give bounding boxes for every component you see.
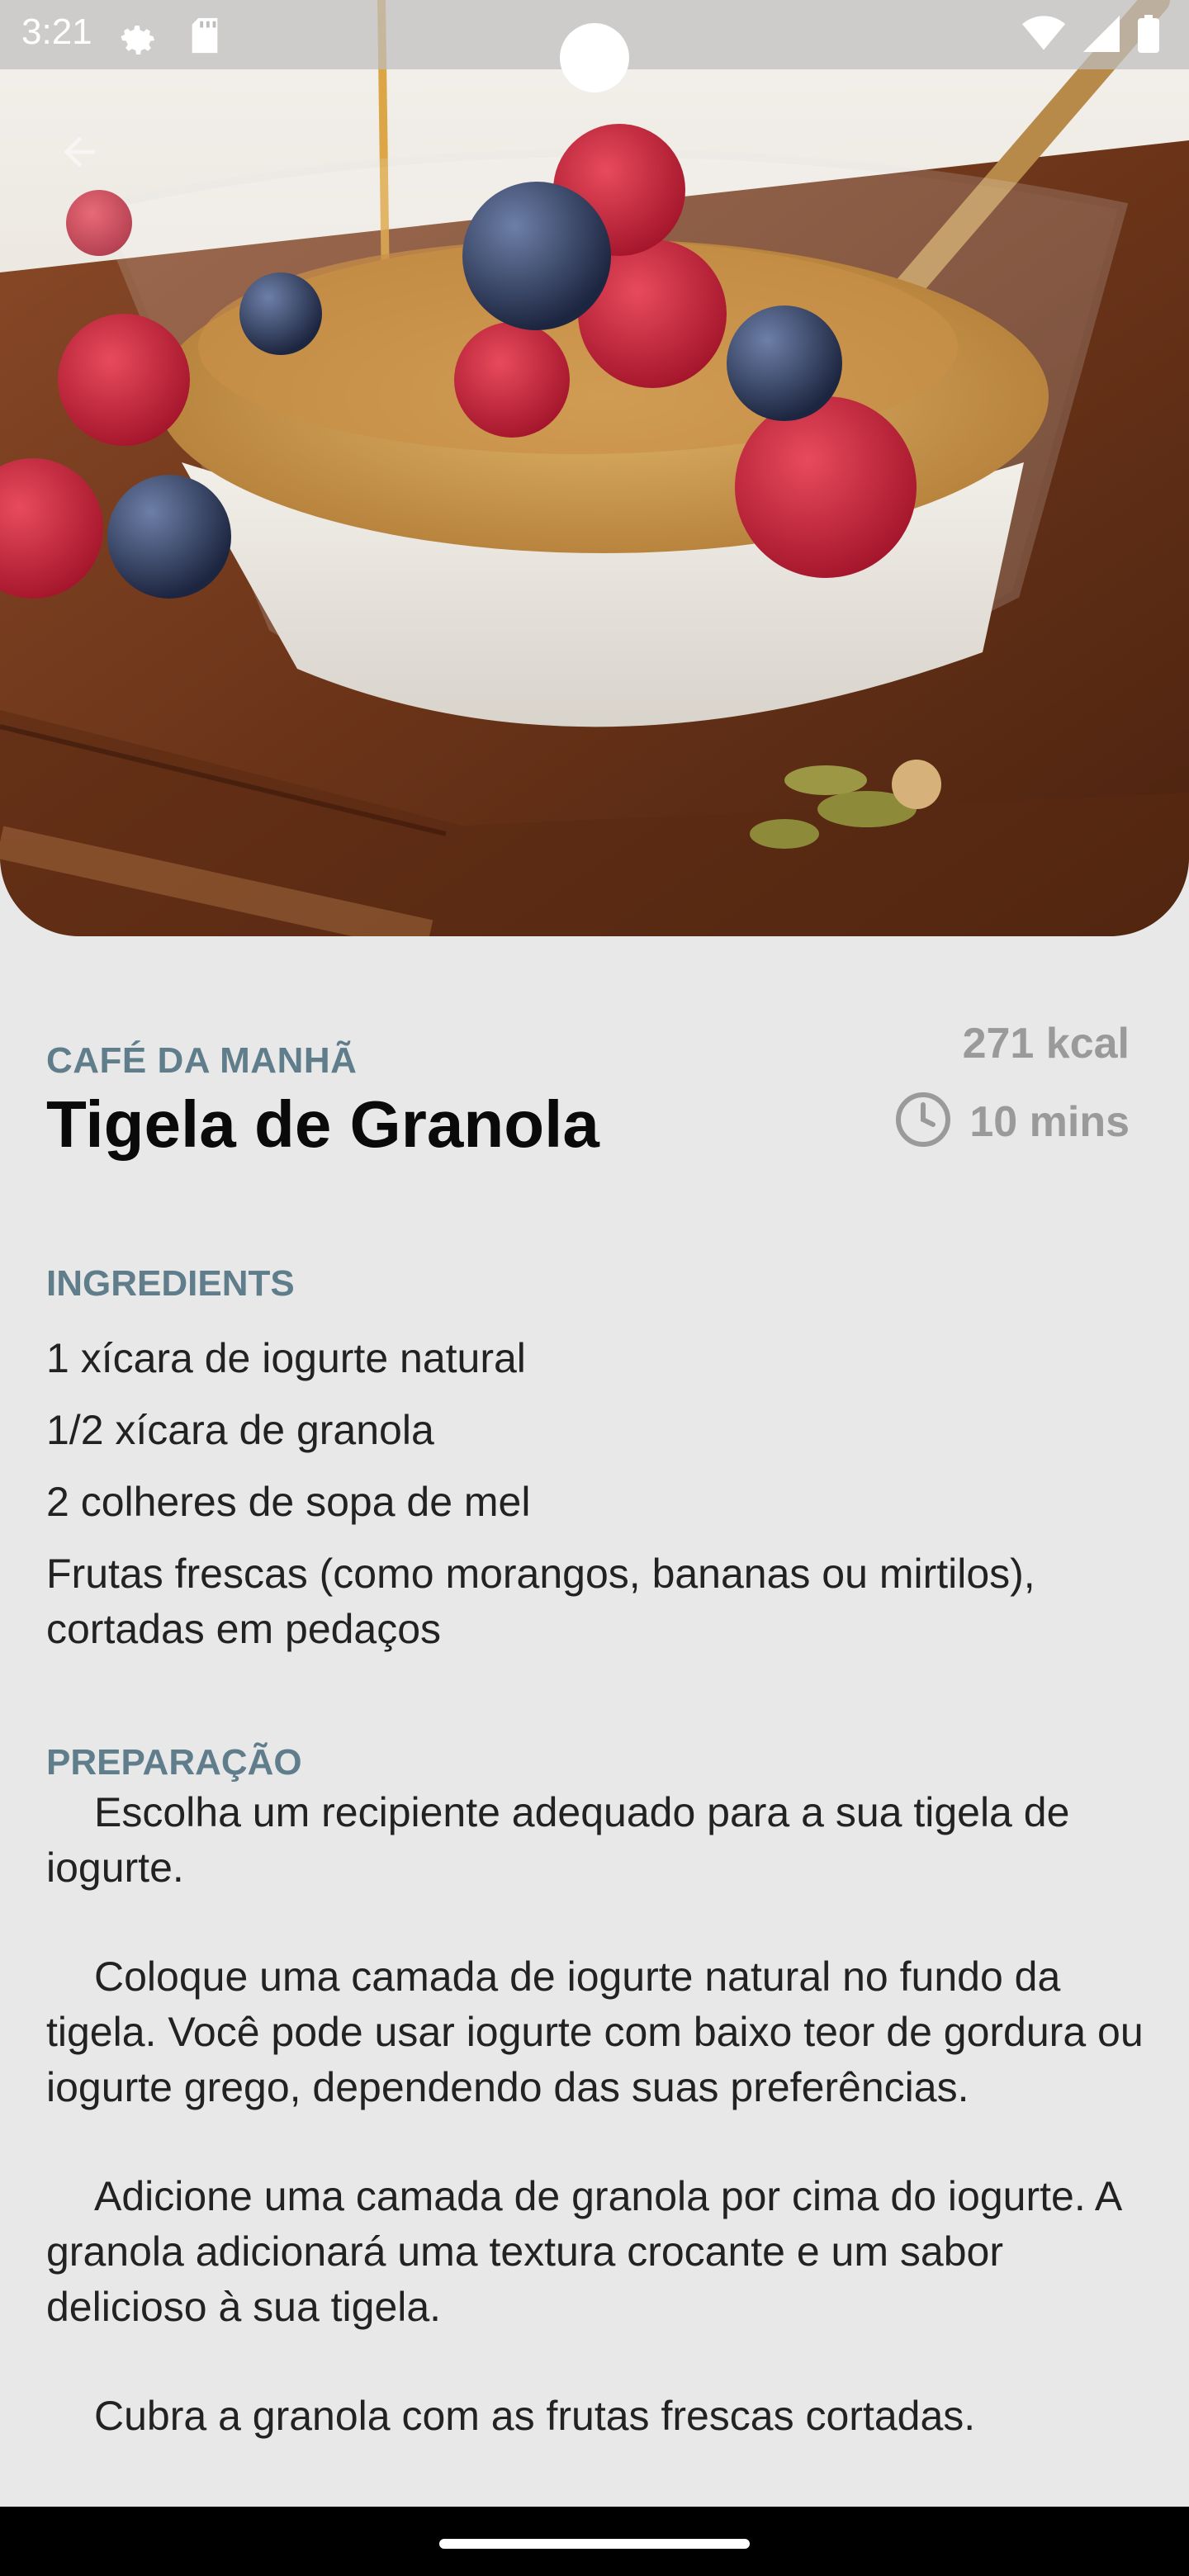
- sd-card-icon: [188, 17, 221, 59]
- camera-cutout: [560, 23, 629, 92]
- battery-icon: [1138, 15, 1159, 57]
- recipe-hero-image: [0, 0, 1189, 936]
- wifi-icon: [1022, 16, 1065, 56]
- preparation-heading: PREPARAÇÃO: [46, 1742, 302, 1783]
- settings-gear-icon: [116, 15, 159, 62]
- recipe-duration: 10 mins: [893, 1090, 1130, 1153]
- cellular-signal-icon: [1083, 16, 1120, 56]
- recipe-duration-text: 10 mins: [969, 1097, 1130, 1146]
- preparation-step: Coloque uma camada de iogurte natural no…: [46, 1953, 1144, 2110]
- preparation-step: Cubra a granola com as frutas frescas co…: [94, 2393, 976, 2439]
- ingredient-item: 2 colheres de sopa de mel: [46, 1479, 531, 1525]
- back-button[interactable]: [50, 124, 109, 183]
- recipe-category: CAFÉ DA MANHÃ: [46, 1040, 358, 1081]
- status-bar: 3:21: [0, 0, 1189, 92]
- ingredients-list: 1 xícara de iogurte natural 1/2 xícara d…: [46, 1331, 1144, 1674]
- ingredients-heading: INGREDIENTS: [46, 1263, 295, 1304]
- recipe-title: Tigela de Granola: [46, 1087, 599, 1161]
- clock-icon: [893, 1090, 953, 1153]
- home-gesture-handle[interactable]: [439, 2539, 750, 2549]
- preparation-step: Adicione uma camada de granola por cima …: [46, 2173, 1120, 2330]
- preparation-step: Escolha um recipiente adequado para a su…: [46, 1789, 1070, 1891]
- recipe-calories: 271 kcal: [962, 1020, 1130, 1068]
- ingredient-item: 1/2 xícara de granola: [46, 1407, 434, 1453]
- ingredient-item: Frutas frescas (como morangos, bananas o…: [46, 1551, 1035, 1652]
- status-time: 3:21: [21, 12, 92, 52]
- preparation-steps: Escolha um recipiente adequado para a su…: [46, 1785, 1144, 2498]
- back-arrow-icon: [56, 129, 102, 179]
- ingredient-item: 1 xícara de iogurte natural: [46, 1335, 526, 1381]
